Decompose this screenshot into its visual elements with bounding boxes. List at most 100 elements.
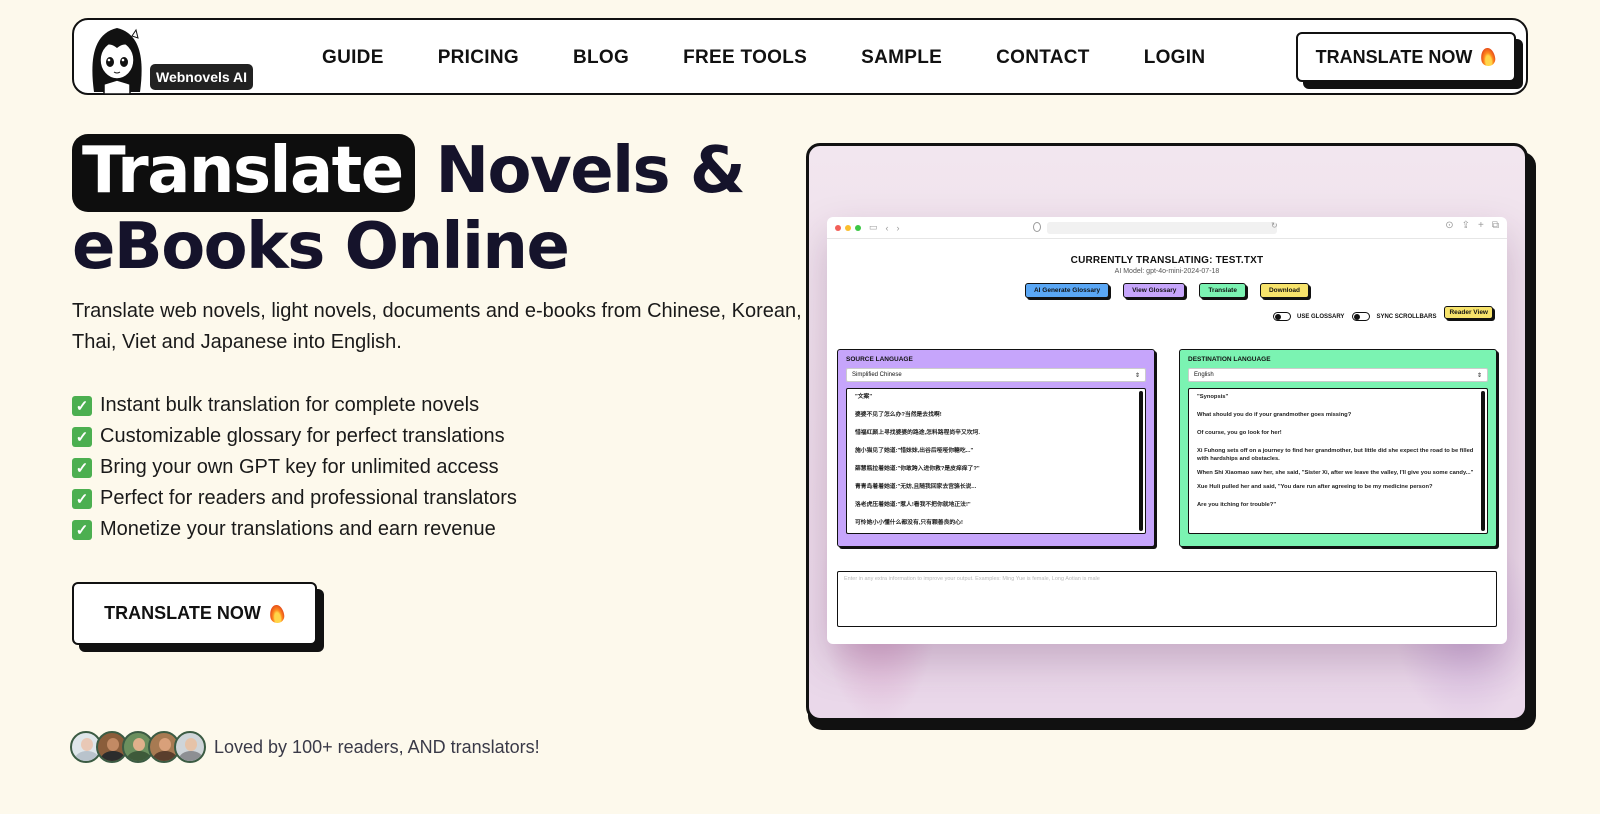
- source-line: 婆婆不见了怎么办?当然是去找啊!: [855, 412, 942, 418]
- browser-actions: ⊙ ⇪ + ⧉: [1445, 220, 1499, 231]
- nav-links: GUIDE PRICING BLOG FREE TOOLS SAMPLE CON…: [322, 20, 1259, 95]
- destination-line: Are you itching for trouble?": [1197, 502, 1277, 508]
- anime-girl-logo-icon: [92, 28, 142, 94]
- new-tab-icon: +: [1478, 220, 1484, 231]
- hero-translate-now-button[interactable]: TRANSLATE NOW: [72, 582, 317, 645]
- hero-description: Translate web novels, light novels, docu…: [72, 300, 802, 353]
- tabs-icon: ⧉: [1491, 220, 1499, 231]
- hero-cta-wrapper: TRANSLATE NOW: [72, 582, 324, 652]
- maximize-dot-icon: [855, 224, 861, 231]
- destination-line: Xi Fuhong sets off on a journey to find …: [1197, 448, 1474, 462]
- privacy-shield-icon: [1033, 222, 1041, 232]
- url-bar[interactable]: [1047, 222, 1277, 234]
- toggle-label: USE GLOSSARY: [1296, 313, 1345, 320]
- hero-title: Translate Novels & eBooks Online: [72, 134, 792, 280]
- destination-language-panel: DESTINATION LANGUAGE English ⇕ "Synopsis"…: [1179, 349, 1497, 547]
- browser-window: ▭ ‹ › ↻ ⊙ ⇪ + ⧉ CURRENTLY TRANSLATING: T…: [827, 217, 1507, 644]
- destination-line: "Synopsis": [1197, 394, 1229, 400]
- source-line: "文案": [855, 394, 873, 400]
- source-language-panel: SOURCE LANGUAGE Simplified Chinese ⇕ "文案"…: [837, 349, 1155, 547]
- hero-title-line1-rest: Novels &: [435, 134, 745, 208]
- translating-title: CURRENTLY TRANSLATING: TEST.TXT: [1070, 255, 1264, 266]
- feature-text: Monetize your translations and earn reve…: [100, 518, 496, 540]
- checkmark-icon: ✓: [72, 426, 92, 447]
- view-glossary-button[interactable]: View Glossary: [1123, 283, 1186, 298]
- destination-line: Of course, you go look for her!: [1197, 430, 1282, 436]
- destination-line: Xue Huli pulled her and said, "You dare …: [1197, 484, 1433, 490]
- checkmark-icon: ✓: [72, 457, 92, 478]
- destination-language-label: DESTINATION LANGUAGE: [1188, 356, 1271, 363]
- avatar: [174, 731, 206, 763]
- use-glossary-toggle[interactable]: USE GLOSSARY: [1272, 312, 1345, 321]
- social-proof: Loved by 100+ readers, AND translators!: [70, 731, 540, 763]
- scrollbar[interactable]: [1481, 391, 1485, 531]
- reload-icon: ↻: [1271, 221, 1278, 230]
- top-nav: Webnovels AI GUIDE PRICING BLOG FREE TOO…: [72, 18, 1528, 95]
- feature-text: Bring your own GPT key for unlimited acc…: [100, 456, 499, 478]
- fire-icon: [1480, 47, 1496, 67]
- checkmark-icon: ✓: [72, 519, 92, 540]
- source-line: 洛老虎压着她道:"惹人!看我不把你就地正法!": [855, 502, 971, 508]
- nav-link-login[interactable]: LOGIN: [1144, 47, 1206, 69]
- feature-item: ✓ Customizable glossary for perfect trans…: [72, 421, 517, 452]
- social-proof-text: Loved by 100+ readers, AND translators!: [214, 736, 540, 757]
- sidebar-icon: ▭: [869, 222, 878, 232]
- feature-item: ✓ Monetize your translations and earn rev…: [72, 514, 517, 545]
- toggle-row: USE GLOSSARY SYNC SCROLLBARS Reader View: [1272, 306, 1493, 321]
- toggle-switch[interactable]: [1352, 312, 1371, 321]
- forward-icon: ›: [896, 222, 900, 233]
- destination-text-area[interactable]: "Synopsis" What should you do if your gr…: [1188, 388, 1488, 534]
- destination-line: What should you do if your grandmother g…: [1197, 412, 1352, 418]
- source-line: 施小猫见了她道:"惜妹妹,出谷后哑哑你糖吃...": [855, 448, 974, 454]
- toggle-label: SYNC SCROLLBARS: [1376, 313, 1437, 320]
- sync-scrollbars-toggle[interactable]: SYNC SCROLLBARS: [1352, 312, 1436, 321]
- source-language-select[interactable]: Simplified Chinese ⇕: [846, 368, 1146, 382]
- checkmark-icon: ✓: [72, 488, 92, 509]
- nav-link-pricing[interactable]: PRICING: [438, 47, 519, 69]
- source-text-area[interactable]: "文案" 婆婆不见了怎么办?当然是去找啊! 惜福红颜上寻找婆婆的路途,怎料路程尚…: [846, 388, 1146, 534]
- feature-item: ✓ Instant bulk translation for complete n…: [72, 390, 517, 421]
- nav-link-blog[interactable]: BLOG: [573, 47, 629, 69]
- nav-link-guide[interactable]: GUIDE: [322, 47, 384, 69]
- logo[interactable]: Webnovels AI: [82, 20, 254, 95]
- nav-link-sample[interactable]: SAMPLE: [861, 47, 942, 69]
- source-language-label: SOURCE LANGUAGE: [846, 356, 913, 363]
- hero-cta-label: TRANSLATE NOW: [104, 603, 261, 623]
- ai-generate-glossary-button[interactable]: AI Generate Glossary: [1024, 283, 1110, 298]
- reader-view-button[interactable]: Reader View: [1444, 306, 1493, 319]
- download-button[interactable]: Download: [1259, 283, 1310, 298]
- destination-line: When Shi Xiaomao saw her, she said, "Sis…: [1197, 470, 1474, 476]
- chevron-updown-icon: ⇕: [1476, 372, 1482, 379]
- feature-text: Instant bulk translation for complete no…: [100, 394, 480, 416]
- select-value: Simplified Chinese: [852, 372, 902, 378]
- ai-model-label: AI Model: gpt-4o-mini-2024-07-18: [1114, 268, 1220, 275]
- avatar-group: [70, 731, 206, 763]
- toggle-switch[interactable]: [1272, 312, 1291, 321]
- source-line: 薛慧瓶拉着她道:"你敢跨入进你救?是皮痒痒了?": [855, 466, 980, 472]
- feature-item: ✓ Perfect for readers and professional tr…: [72, 483, 517, 514]
- nav-link-free-tools[interactable]: FREE TOOLS: [683, 47, 807, 69]
- nav-cta-label: TRANSLATE NOW: [1315, 46, 1473, 67]
- logo-text: Webnovels AI: [150, 64, 254, 90]
- translate-button[interactable]: Translate: [1199, 283, 1246, 298]
- feature-item: ✓ Bring your own GPT key for unlimited ac…: [72, 452, 517, 483]
- nav-link-contact[interactable]: CONTACT: [996, 47, 1090, 69]
- feature-list: ✓ Instant bulk translation for complete n…: [72, 390, 517, 545]
- browser-toolbar: ▭ ‹ › ↻ ⊙ ⇪ + ⧉: [827, 217, 1507, 239]
- feature-text: Perfect for readers and professional tra…: [100, 487, 517, 509]
- hero-title-highlight: Translate: [72, 134, 415, 212]
- nav-translate-now-button[interactable]: TRANSLATE NOW: [1296, 32, 1516, 82]
- feature-text: Customizable glossary for perfect transl…: [100, 425, 505, 447]
- share-icon: ⇪: [1461, 220, 1471, 231]
- source-line: 惜福红颜上寻找婆婆的路途,怎料路程尚辛又坎坷.: [855, 430, 980, 436]
- scrollbar[interactable]: [1139, 391, 1143, 531]
- download-icon: ⊙: [1445, 220, 1454, 231]
- nav-cta-wrapper: TRANSLATE NOW: [1296, 32, 1523, 89]
- fire-icon: [269, 604, 285, 624]
- checkmark-icon: ✓: [72, 395, 92, 416]
- source-line: 可怜她小小懂什么都没有,只有颗善良的心!: [855, 520, 963, 526]
- close-dot-icon: [835, 224, 841, 231]
- destination-language-select[interactable]: English ⇕: [1188, 368, 1488, 382]
- extra-info-textarea[interactable]: Enter in any extra information to improv…: [837, 571, 1497, 627]
- source-line: 青青岛着着她道:"无妨,且随我回家去宫骆长说...: [855, 484, 977, 490]
